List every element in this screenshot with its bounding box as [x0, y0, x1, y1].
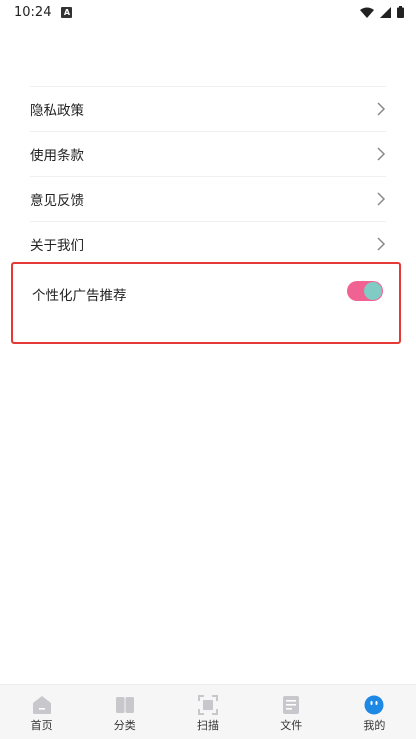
personalized-ads-row: 个性化广告推荐 [11, 262, 401, 344]
menu-item-label: 使用条款 [30, 148, 84, 164]
settings-menu: 隐私政策 使用条款 意见反馈 关于我们 [0, 86, 416, 266]
chevron-right-icon [377, 147, 386, 161]
personalized-ads-label: 个性化广告推荐 [32, 288, 127, 304]
tab-label: 分类 [113, 719, 136, 732]
menu-item-privacy-policy[interactable]: 隐私政策 [30, 86, 386, 131]
document-icon [283, 696, 300, 714]
menu-item-feedback[interactable]: 意见反馈 [30, 176, 386, 221]
status-time: 10:24 [14, 4, 52, 20]
chevron-right-icon [377, 102, 386, 116]
status-bar: 10:24 A [0, 0, 416, 24]
wifi-icon [360, 7, 374, 18]
profile-face-icon [364, 695, 384, 715]
menu-item-label: 隐私政策 [30, 103, 84, 119]
tab-scan[interactable]: 扫描 [166, 685, 249, 739]
menu-item-label: 意见反馈 [30, 193, 84, 209]
tab-label: 扫描 [197, 719, 219, 732]
personalized-ads-toggle[interactable] [347, 281, 383, 301]
tab-category[interactable]: 分类 [83, 685, 166, 739]
settings-screen: 10:24 A 隐私政策 使用条款 意见反馈 关于我们 个性化广告推荐 首页 分… [0, 0, 416, 739]
signal-icon [380, 6, 391, 18]
tab-home[interactable]: 首页 [0, 685, 83, 739]
toggle-knob [364, 282, 382, 300]
battery-icon [397, 6, 404, 18]
book-icon [115, 697, 134, 713]
chevron-right-icon [377, 192, 386, 206]
home-icon [32, 696, 51, 714]
tab-label: 我的 [363, 719, 386, 732]
menu-item-terms-of-use[interactable]: 使用条款 [30, 131, 386, 176]
menu-item-label: 关于我们 [30, 238, 84, 254]
chevron-right-icon [377, 237, 386, 251]
tab-mine[interactable]: 我的 [333, 685, 416, 739]
bottom-tab-bar: 首页 分类 扫描 文件 我的 [0, 684, 416, 739]
tab-files[interactable]: 文件 [250, 685, 333, 739]
scan-icon [198, 695, 218, 715]
tab-label: 文件 [280, 719, 303, 732]
menu-item-about-us[interactable]: 关于我们 [30, 221, 386, 266]
a-badge-icon: A [61, 6, 73, 18]
tab-label: 首页 [30, 719, 53, 732]
